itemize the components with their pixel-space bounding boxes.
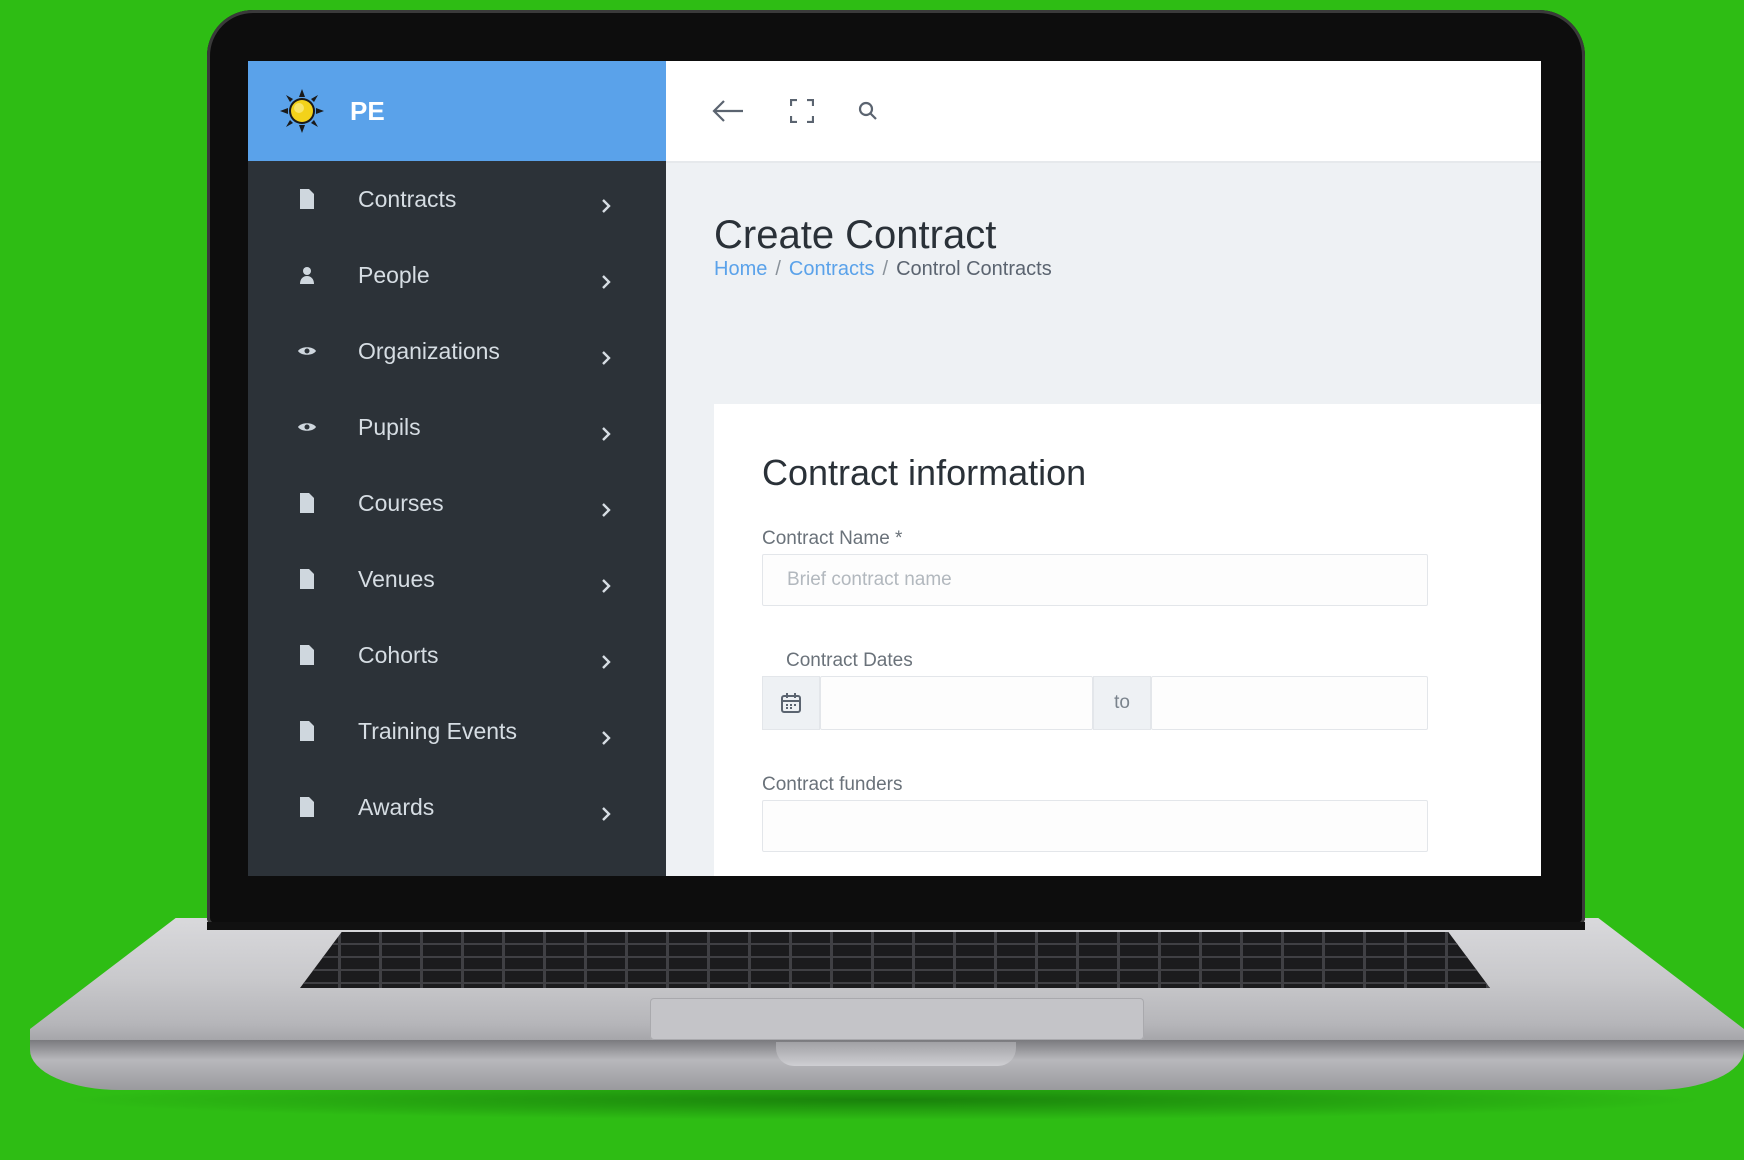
file-icon bbox=[296, 797, 318, 817]
laptop-keyboard bbox=[300, 932, 1490, 988]
laptop-lid-notch bbox=[776, 1042, 1016, 1066]
section-title: Contract information bbox=[762, 452, 1087, 493]
chevron-right-icon bbox=[600, 648, 614, 669]
sidebar-item-label: Venues bbox=[358, 565, 435, 592]
file-icon bbox=[296, 721, 318, 741]
file-icon bbox=[296, 645, 318, 665]
sidebar-item-contracts[interactable]: Contracts bbox=[248, 161, 666, 237]
date-picker-button[interactable] bbox=[762, 676, 820, 730]
sidebar-item-venues[interactable]: Venues bbox=[248, 541, 666, 617]
sidebar-item-label: Awards bbox=[358, 793, 435, 820]
breadcrumb-home[interactable]: Home bbox=[714, 258, 767, 280]
sidebar-item-label: Contracts bbox=[358, 185, 457, 212]
chevron-right-icon bbox=[600, 496, 614, 517]
breadcrumb-contracts[interactable]: Contracts bbox=[789, 258, 875, 280]
contract-end-date-input[interactable] bbox=[1151, 676, 1428, 730]
fullscreen-icon[interactable] bbox=[780, 89, 824, 133]
main-content: Create Contract Home / Contracts / Control C… bbox=[666, 163, 1541, 876]
app-screen: PE Contracts People Organizations Pupils bbox=[248, 61, 1541, 876]
chevron-right-icon bbox=[600, 420, 614, 441]
calendar-icon bbox=[779, 691, 803, 715]
sidebar-item-label: People bbox=[358, 261, 430, 288]
brand-name: PE bbox=[350, 95, 385, 126]
sidebar-item-label: Organizations bbox=[358, 337, 500, 364]
sidebar-nav: Contracts People Organizations Pupils Co bbox=[248, 161, 666, 845]
sidebar-item-people[interactable]: People bbox=[248, 237, 666, 313]
contract-name-input[interactable] bbox=[762, 554, 1428, 606]
eye-icon bbox=[296, 341, 318, 361]
contract-start-date-input[interactable] bbox=[820, 676, 1093, 730]
contract-funders-label: Contract funders bbox=[762, 774, 903, 795]
page-title: Create Contract bbox=[714, 213, 997, 257]
sidebar-item-awards[interactable]: Awards bbox=[248, 769, 666, 845]
brand-bar[interactable]: PE bbox=[248, 61, 666, 161]
breadcrumb-separator: / bbox=[882, 258, 889, 280]
contract-name-label: Contract Name * bbox=[762, 528, 903, 549]
chevron-right-icon bbox=[600, 800, 614, 821]
chevron-right-icon bbox=[600, 724, 614, 745]
back-arrow-icon[interactable] bbox=[706, 89, 750, 133]
sidebar-item-training-events[interactable]: Training Events bbox=[248, 693, 666, 769]
sidebar-item-pupils[interactable]: Pupils bbox=[248, 389, 666, 465]
chevron-right-icon bbox=[600, 192, 614, 213]
sidebar-item-cohorts[interactable]: Cohorts bbox=[248, 617, 666, 693]
chevron-right-icon bbox=[600, 268, 614, 289]
sidebar-item-organizations[interactable]: Organizations bbox=[248, 313, 666, 389]
laptop-trackpad bbox=[650, 998, 1144, 1040]
sidebar-item-label: Cohorts bbox=[358, 641, 439, 668]
chevron-right-icon bbox=[600, 344, 614, 365]
breadcrumb-separator: / bbox=[775, 258, 781, 280]
contract-form-card: Contract information Contract Name * Con… bbox=[714, 404, 1541, 876]
file-icon bbox=[296, 189, 318, 209]
person-icon bbox=[296, 265, 318, 285]
chevron-right-icon bbox=[600, 572, 614, 593]
sidebar-item-label: Training Events bbox=[358, 717, 517, 744]
top-bar bbox=[666, 61, 1541, 163]
breadcrumb-current: Control Contracts bbox=[896, 258, 1052, 280]
search-icon[interactable] bbox=[846, 89, 890, 133]
file-icon bbox=[296, 493, 318, 513]
eye-icon bbox=[296, 417, 318, 437]
contract-dates-label: Contract Dates bbox=[786, 650, 913, 671]
sun-logo-icon bbox=[280, 89, 324, 133]
date-range-separator: to bbox=[1093, 676, 1151, 730]
breadcrumb: Home / Contracts / Control Contracts bbox=[714, 258, 1052, 281]
sidebar: PE Contracts People Organizations Pupils bbox=[248, 61, 666, 876]
sidebar-item-courses[interactable]: Courses bbox=[248, 465, 666, 541]
file-icon bbox=[296, 569, 318, 589]
contract-funders-input[interactable] bbox=[762, 800, 1428, 852]
sidebar-item-label: Pupils bbox=[358, 413, 421, 440]
sidebar-item-label: Courses bbox=[358, 489, 444, 516]
